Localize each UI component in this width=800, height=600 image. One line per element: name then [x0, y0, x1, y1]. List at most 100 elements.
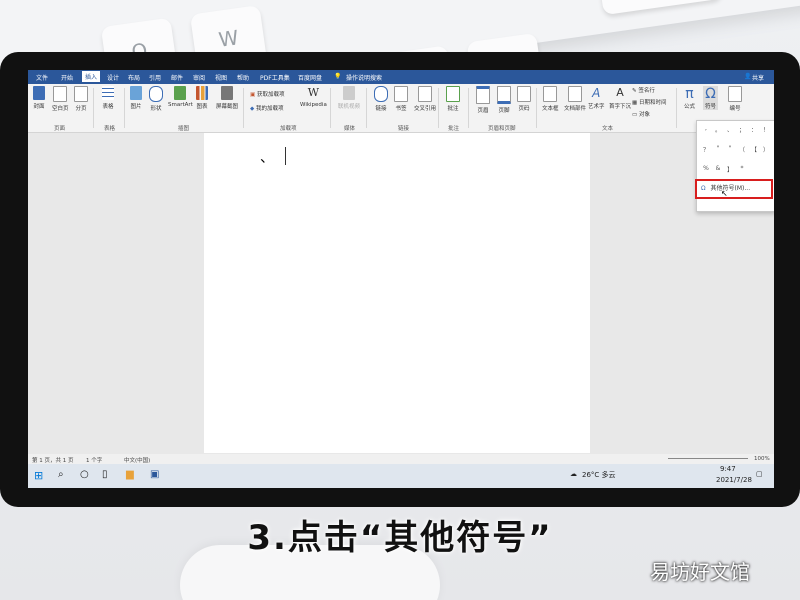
object-icon: ▭: [632, 112, 638, 118]
ribbon-separator: [124, 88, 125, 128]
notification-icon[interactable]: ▢: [756, 470, 763, 478]
quick-parts-button[interactable]: 文档部件: [564, 86, 586, 112]
search-icon[interactable]: ⌕: [58, 469, 64, 480]
tab-insert[interactable]: 插入: [82, 71, 101, 82]
symbol-cell[interactable]: ）: [761, 145, 771, 154]
symbol-cell[interactable]: ": [725, 145, 735, 152]
table-button[interactable]: 表格: [102, 86, 114, 110]
wikipedia-button[interactable]: W Wikipedia: [300, 86, 327, 108]
link-icon: [374, 86, 388, 102]
calendar-icon: ▦: [632, 100, 638, 106]
tell-me-search[interactable]: 操作说明搜索: [346, 73, 382, 82]
cover-page-button[interactable]: 封面: [33, 86, 45, 110]
zoom-level[interactable]: 100%: [754, 456, 770, 462]
blank-page-button[interactable]: 空白页: [52, 86, 69, 112]
tab-review[interactable]: 审阅: [193, 73, 205, 82]
file-explorer-icon[interactable]: ▆: [126, 469, 134, 480]
tab-file[interactable]: 文件: [36, 73, 48, 82]
document-page[interactable]: 、: [204, 133, 590, 453]
smartart-button[interactable]: SmartArt: [168, 86, 193, 108]
online-video-button[interactable]: 联机视频: [338, 86, 360, 110]
symbol-cell[interactable]: ：: [749, 125, 759, 134]
share-button[interactable]: 共享: [752, 73, 764, 82]
symbol-cell[interactable]: *: [737, 165, 747, 172]
number-button[interactable]: 编号: [728, 86, 742, 112]
group-comments: 批注: [448, 126, 460, 132]
symbol-cell[interactable]: ；: [737, 125, 747, 134]
symbol-button[interactable]: Ω 符号: [703, 86, 719, 110]
object-button[interactable]: ▭ 对象: [632, 110, 650, 118]
screenshot-button[interactable]: 屏幕截图: [216, 86, 238, 110]
tab-baidu-netdisk[interactable]: 百度网盘: [298, 73, 322, 82]
table-icon: [102, 86, 114, 100]
cover-page-icon: [33, 86, 45, 100]
page-number-icon: [517, 86, 531, 102]
header-button[interactable]: 页眉: [476, 86, 490, 114]
tab-view[interactable]: 视图: [215, 73, 227, 82]
chart-button[interactable]: 图表: [196, 86, 208, 110]
status-language[interactable]: 中文(中国): [124, 456, 150, 464]
page-number-button[interactable]: 页码: [517, 86, 531, 112]
symbol-cell[interactable]: 。: [713, 125, 723, 134]
clock-date[interactable]: 2021/7/28: [716, 476, 752, 484]
text-box-button[interactable]: 文本框: [542, 86, 559, 112]
symbol-cell[interactable]: ": [713, 145, 723, 152]
user-icon: 👤: [744, 73, 752, 80]
clock-time[interactable]: 9:47: [720, 465, 736, 473]
symbol-cell[interactable]: 、: [725, 125, 735, 134]
footer-button[interactable]: 页脚: [497, 86, 511, 114]
tab-mailings[interactable]: 邮件: [171, 73, 183, 82]
bookmark-button[interactable]: 书签: [394, 86, 408, 112]
chart-icon: [196, 86, 208, 100]
symbol-cell[interactable]: ！: [761, 125, 771, 134]
video-icon: [343, 86, 355, 100]
picture-button[interactable]: 图片: [130, 86, 142, 110]
symbol-cell[interactable]: %: [701, 165, 711, 172]
bookmark-icon: [394, 86, 408, 102]
ribbon: 封面 空白页 分页 页面 表格 表格 图片 形状 SmartArt 图表 屏幕截…: [28, 84, 774, 133]
symbol-cell[interactable]: ,: [701, 125, 711, 132]
picture-icon: [130, 86, 142, 100]
cross-reference-button[interactable]: 交叉引用: [414, 86, 436, 112]
photo-scene: Q W S V V command 文件 开始 插入 设计 布局 引用 邮件 审…: [0, 0, 800, 600]
zoom-slider[interactable]: [668, 458, 748, 459]
ribbon-separator: [468, 88, 469, 128]
weather-text[interactable]: 26°C 多云: [582, 470, 616, 480]
drop-cap-button[interactable]: A 首字下沉: [609, 86, 631, 110]
tab-references[interactable]: 引用: [149, 73, 161, 82]
wordart-button[interactable]: A 艺术字: [588, 86, 605, 110]
tab-design[interactable]: 设计: [107, 73, 119, 82]
windows-start-icon[interactable]: ⊞: [34, 469, 43, 482]
my-addins-button[interactable]: ◆ 我的加载项: [250, 104, 284, 112]
shapes-icon: [149, 86, 163, 102]
word-window: 文件 开始 插入 设计 布局 引用 邮件 审阅 视图 帮助 PDF工具集 百度网…: [28, 70, 774, 488]
task-view-icon[interactable]: ▯: [102, 469, 108, 480]
link-button[interactable]: 链接: [374, 86, 388, 112]
tab-home[interactable]: 开始: [61, 73, 73, 82]
tab-pdf-tools[interactable]: PDF工具集: [260, 73, 290, 82]
symbol-cell[interactable]: 【: [749, 145, 759, 154]
tab-help[interactable]: 帮助: [237, 73, 249, 82]
date-time-button[interactable]: ▦ 日期和时间: [632, 98, 666, 106]
symbol-cell[interactable]: 】: [725, 165, 735, 174]
taskbar: ⊞ ⌕ ○ ▯ ▆ ▣ ☁ 26°C 多云 9:47 2021/7/28 ▢: [28, 464, 774, 488]
shapes-button[interactable]: 形状: [149, 86, 163, 112]
word-app-icon[interactable]: ▣: [150, 469, 159, 480]
group-tables: 表格: [104, 126, 116, 132]
signature-icon: ✎: [632, 88, 637, 94]
document-text: 、: [260, 150, 274, 166]
comment-button[interactable]: 批注: [446, 86, 460, 112]
signature-line-button[interactable]: ✎ 签名行: [632, 86, 655, 94]
omega-icon: Ω: [705, 86, 716, 102]
symbol-cell[interactable]: &: [713, 165, 723, 172]
page-break-button[interactable]: 分页: [74, 86, 88, 112]
tab-layout[interactable]: 布局: [128, 73, 140, 82]
status-words[interactable]: 1 个字: [86, 456, 102, 464]
symbol-cell[interactable]: （: [737, 145, 747, 154]
get-addins-button[interactable]: ▣ 获取加载项: [250, 90, 284, 98]
symbol-cell[interactable]: ？: [701, 145, 711, 154]
footer-icon: [497, 86, 511, 104]
status-page[interactable]: 第 1 页，共 1 页: [32, 456, 74, 464]
cortana-icon[interactable]: ○: [80, 469, 89, 480]
equation-button[interactable]: π 公式: [684, 86, 695, 110]
